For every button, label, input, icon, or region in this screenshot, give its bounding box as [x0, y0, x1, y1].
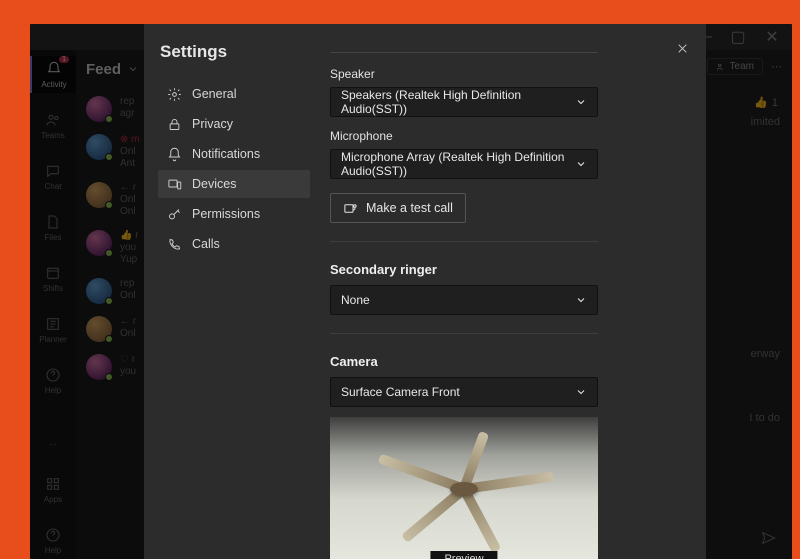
modal-overlay: Settings General Privacy Notifications D… — [30, 24, 792, 559]
nav-label: General — [192, 87, 236, 101]
chevron-down-icon — [575, 96, 587, 108]
divider — [330, 52, 598, 53]
camera-preview: Preview — [330, 417, 598, 559]
nav-notifications[interactable]: Notifications — [158, 140, 310, 168]
preview-label: Preview — [430, 551, 497, 559]
nav-label: Privacy — [192, 117, 233, 131]
nav-general[interactable]: General — [158, 80, 310, 108]
settings-nav: Settings General Privacy Notifications D… — [144, 24, 316, 559]
devices-icon — [166, 176, 182, 192]
settings-content: Speaker Speakers (Realtek High Definitio… — [316, 24, 706, 559]
microphone-label: Microphone — [330, 129, 680, 143]
chevron-down-icon — [575, 158, 587, 170]
nav-privacy[interactable]: Privacy — [158, 110, 310, 138]
chevron-down-icon — [575, 294, 587, 306]
camera-dropdown[interactable]: Surface Camera Front — [330, 377, 598, 407]
nav-label: Permissions — [192, 207, 260, 221]
settings-title: Settings — [158, 42, 310, 62]
nav-permissions[interactable]: Permissions — [158, 200, 310, 228]
key-icon — [166, 206, 182, 222]
phone-icon — [166, 236, 182, 252]
gear-icon — [166, 86, 182, 102]
button-label: Make a test call — [366, 201, 453, 215]
speaker-label: Speaker — [330, 67, 680, 81]
chevron-down-icon — [575, 386, 587, 398]
dropdown-value: Surface Camera Front — [341, 385, 460, 399]
settings-modal: Settings General Privacy Notifications D… — [144, 24, 706, 559]
nav-label: Calls — [192, 237, 220, 251]
secondary-ringer-dropdown[interactable]: None — [330, 285, 598, 315]
nav-label: Devices — [192, 177, 236, 191]
nav-label: Notifications — [192, 147, 260, 161]
dropdown-value: Microphone Array (Realtek High Definitio… — [341, 150, 575, 178]
nav-calls[interactable]: Calls — [158, 230, 310, 258]
nav-devices[interactable]: Devices — [158, 170, 310, 198]
lock-icon — [166, 116, 182, 132]
make-test-call-button[interactable]: Make a test call — [330, 193, 466, 223]
divider — [330, 241, 598, 242]
speaker-dropdown[interactable]: Speakers (Realtek High Definition Audio(… — [330, 87, 598, 117]
dropdown-value: Speakers (Realtek High Definition Audio(… — [341, 88, 575, 116]
divider — [330, 333, 598, 334]
bell-icon — [166, 146, 182, 162]
secondary-ringer-heading: Secondary ringer — [330, 262, 680, 277]
dropdown-value: None — [341, 293, 370, 307]
camera-heading: Camera — [330, 354, 680, 369]
microphone-dropdown[interactable]: Microphone Array (Realtek High Definitio… — [330, 149, 598, 179]
test-call-icon — [343, 201, 358, 216]
